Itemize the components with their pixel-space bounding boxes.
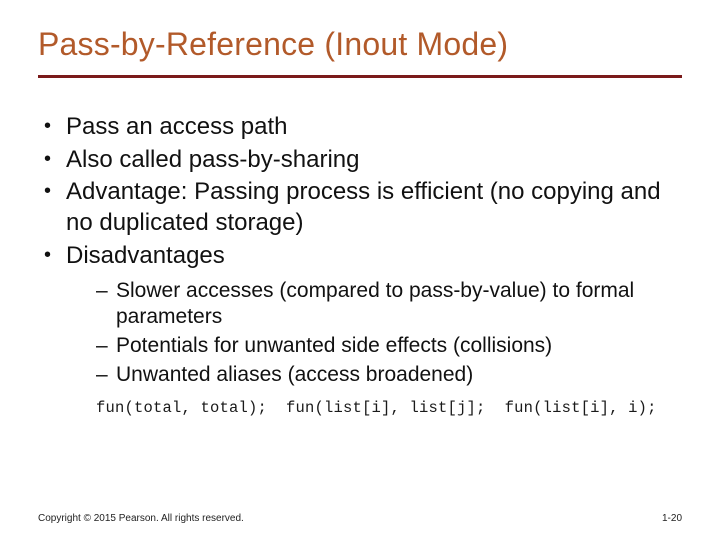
bullet-list: Pass an access path Also called pass-by-… [38, 112, 682, 389]
title-rule [38, 75, 682, 78]
slide-title: Pass-by-Reference (Inout Mode) [38, 26, 682, 75]
bullet-text: Disadvantages [66, 242, 225, 269]
footer: Copyright © 2015 Pearson. All rights res… [38, 513, 682, 524]
bullet-item: Also called pass-by-sharing [38, 145, 682, 176]
bullet-item: Advantage: Passing process is efficient … [38, 177, 682, 238]
slide: Pass-by-Reference (Inout Mode) Pass an a… [0, 0, 720, 540]
sub-bullet-list: Slower accesses (compared to pass-by-val… [96, 278, 682, 390]
sub-bullet-item: Slower accesses (compared to pass-by-val… [96, 278, 682, 332]
sub-bullet-item: Unwanted aliases (access broadened) [96, 362, 682, 389]
copyright-text: Copyright © 2015 Pearson. All rights res… [38, 513, 244, 524]
code-example: fun(total, total); fun(list[i], list[j];… [96, 399, 682, 417]
bullet-item: Disadvantages Slower accesses (compared … [38, 241, 682, 389]
page-number: 1-20 [662, 513, 682, 524]
bullet-item: Pass an access path [38, 112, 682, 143]
sub-bullet-item: Potentials for unwanted side effects (co… [96, 333, 682, 360]
